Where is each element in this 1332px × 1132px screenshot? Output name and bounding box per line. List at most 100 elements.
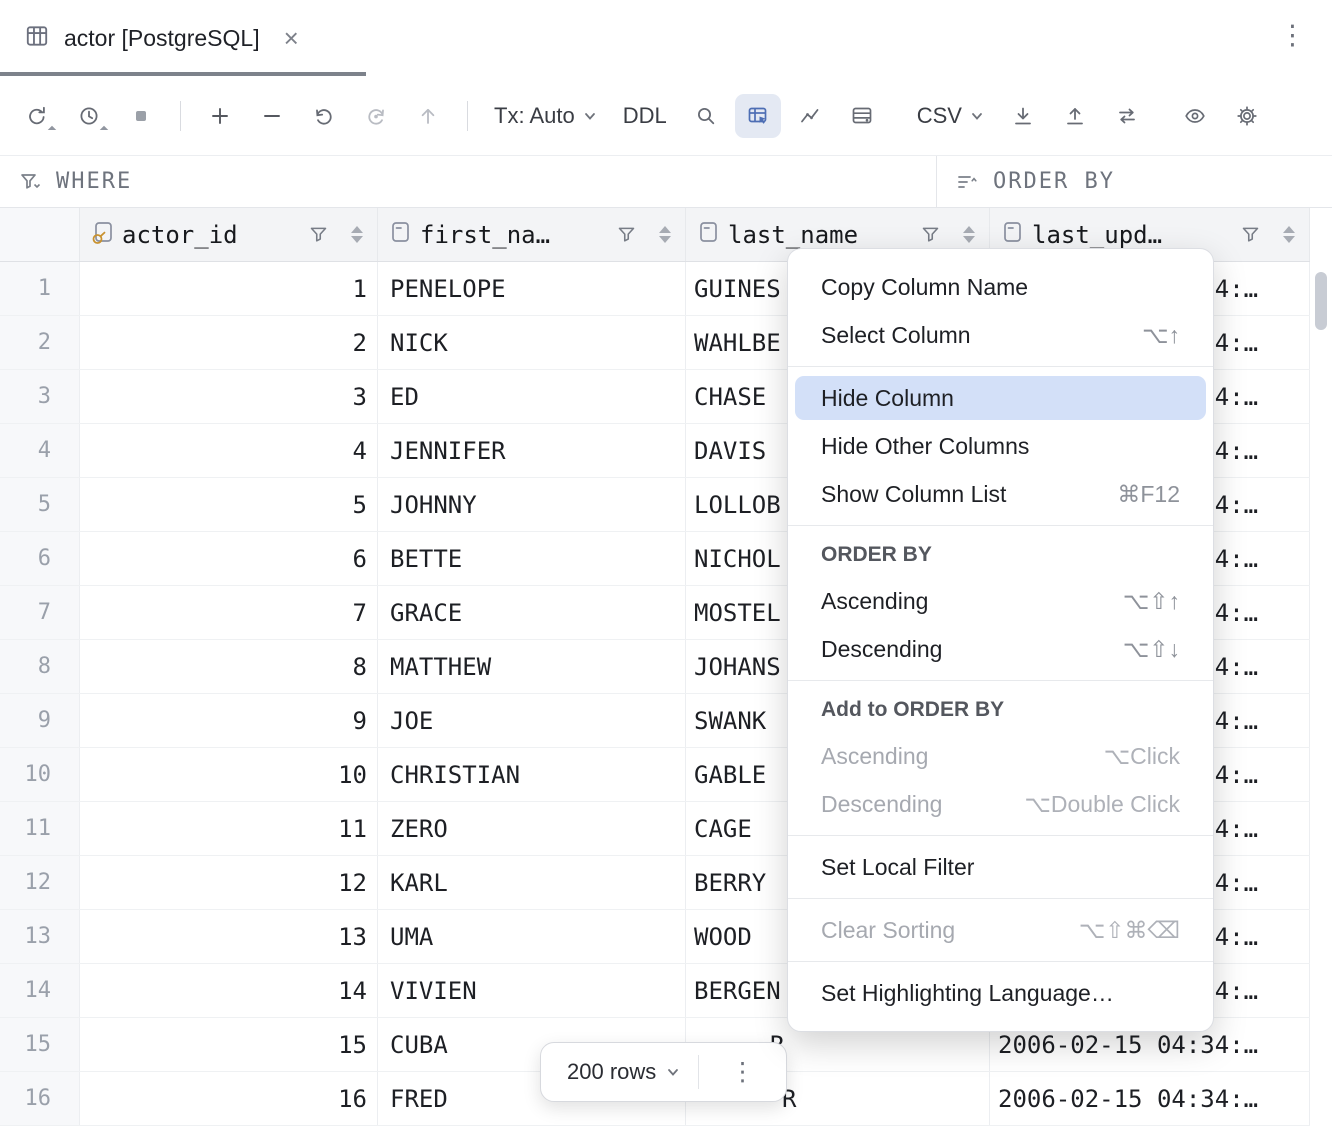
chart-button[interactable] xyxy=(787,94,833,138)
refresh-button[interactable] xyxy=(14,94,60,138)
tab-close-icon[interactable]: × xyxy=(284,25,299,51)
row-number-cell[interactable]: 14 xyxy=(0,964,80,1017)
cell-first-name[interactable]: KARL xyxy=(378,856,686,909)
cell-first-name[interactable]: MATTHEW xyxy=(378,640,686,693)
cell-actor-id[interactable]: 14 xyxy=(80,964,378,1017)
submit-button[interactable] xyxy=(405,94,451,138)
export-format-dropdown[interactable]: CSV xyxy=(907,94,994,138)
cell-last-updated[interactable]: 2006-02-15 04:34:… xyxy=(990,1072,1310,1125)
cell-first-name[interactable]: UMA xyxy=(378,910,686,963)
menu-item-clear-sorting: Clear Sorting⌥⇧⌘⌫ xyxy=(788,906,1213,954)
cell-actor-id[interactable]: 9 xyxy=(80,694,378,747)
row-number-cell[interactable]: 2 xyxy=(0,316,80,369)
pagination-options-kebab-icon[interactable]: ⋮ xyxy=(699,1043,786,1101)
row-number-cell[interactable]: 8 xyxy=(0,640,80,693)
cell-actor-id[interactable]: 1 xyxy=(80,262,378,315)
export-data-button[interactable] xyxy=(1000,94,1046,138)
menu-item-ascending[interactable]: Ascending⌥⇧↑ xyxy=(788,577,1213,625)
row-number-cell[interactable]: 3 xyxy=(0,370,80,423)
cell-actor-id[interactable]: 5 xyxy=(80,478,378,531)
cell-first-name[interactable]: BETTE xyxy=(378,532,686,585)
cell-first-name[interactable]: ED xyxy=(378,370,686,423)
column-sort-toggle[interactable] xyxy=(351,226,363,243)
preview-button[interactable] xyxy=(1172,94,1218,138)
row-number-cell[interactable]: 7 xyxy=(0,586,80,639)
table-view-toggle[interactable] xyxy=(735,94,781,138)
menu-item-set-highlighting-language[interactable]: Set Highlighting Language… xyxy=(788,969,1213,1017)
cell-actor-id[interactable]: 6 xyxy=(80,532,378,585)
menu-item-hide-column[interactable]: Hide Column xyxy=(788,374,1213,422)
cell-first-name[interactable]: GRACE xyxy=(378,586,686,639)
menu-item-hide-other-columns[interactable]: Hide Other Columns xyxy=(788,422,1213,470)
row-number-cell[interactable]: 9 xyxy=(0,694,80,747)
row-number-cell[interactable]: 1 xyxy=(0,262,80,315)
transpose-button[interactable] xyxy=(839,94,885,138)
redo-button[interactable] xyxy=(353,94,399,138)
find-button[interactable] xyxy=(683,94,729,138)
row-number-cell[interactable]: 10 xyxy=(0,748,80,801)
row-number-cell[interactable]: 4 xyxy=(0,424,80,477)
cell-first-name[interactable]: JENNIFER xyxy=(378,424,686,477)
cell-first-name[interactable]: VIVIEN xyxy=(378,964,686,1017)
column-header-first-name[interactable]: first_na… xyxy=(378,208,686,261)
tx-mode-dropdown[interactable]: Tx: Auto xyxy=(484,94,607,138)
cell-actor-id[interactable]: 16 xyxy=(80,1072,378,1125)
cell-actor-id[interactable]: 13 xyxy=(80,910,378,963)
auto-refresh-button[interactable] xyxy=(66,94,112,138)
settings-button[interactable] xyxy=(1224,94,1270,138)
column-filter-icon[interactable] xyxy=(308,224,329,245)
menu-item-show-column-list[interactable]: Show Column List⌘F12 xyxy=(788,470,1213,518)
cell-first-name[interactable]: NICK xyxy=(378,316,686,369)
where-filter-field[interactable]: WHERE xyxy=(0,156,937,207)
cell-actor-id[interactable]: 3 xyxy=(80,370,378,423)
cell-first-name[interactable]: PENELOPE xyxy=(378,262,686,315)
cell-first-name[interactable]: ZERO xyxy=(378,802,686,855)
column-filter-icon[interactable] xyxy=(920,224,941,245)
stop-button[interactable] xyxy=(118,94,164,138)
column-type-icon xyxy=(388,220,412,250)
column-header-label: first_na… xyxy=(420,221,550,249)
menu-item-set-local-filter[interactable]: Set Local Filter xyxy=(788,843,1213,891)
row-number-cell[interactable]: 11 xyxy=(0,802,80,855)
tab-actor-postgresql[interactable]: actor [PostgreSQL] × xyxy=(24,0,309,76)
menu-item-select-column[interactable]: Select Column⌥↑ xyxy=(788,311,1213,359)
order-by-field[interactable]: ORDER BY xyxy=(937,156,1332,207)
page-size-dropdown[interactable]: 200 rows xyxy=(541,1043,698,1101)
cell-actor-id[interactable]: 8 xyxy=(80,640,378,693)
revert-button[interactable] xyxy=(301,94,347,138)
ddl-button[interactable]: DDL xyxy=(613,94,677,138)
cell-actor-id[interactable]: 12 xyxy=(80,856,378,909)
delete-row-button[interactable] xyxy=(249,94,295,138)
vertical-scrollbar-thumb[interactable] xyxy=(1315,272,1327,330)
compare-button[interactable] xyxy=(1104,94,1150,138)
cell-actor-id[interactable]: 4 xyxy=(80,424,378,477)
cell-actor-id[interactable]: 7 xyxy=(80,586,378,639)
column-sort-toggle[interactable] xyxy=(659,226,671,243)
cell-actor-id[interactable]: 10 xyxy=(80,748,378,801)
add-row-button[interactable] xyxy=(197,94,243,138)
cell-first-name[interactable]: CHRISTIAN xyxy=(378,748,686,801)
column-filter-icon[interactable] xyxy=(1240,224,1261,245)
row-number-cell[interactable]: 12 xyxy=(0,856,80,909)
import-data-button[interactable] xyxy=(1052,94,1098,138)
row-number-cell[interactable]: 13 xyxy=(0,910,80,963)
cell-first-name[interactable]: JOE xyxy=(378,694,686,747)
column-header-actor-id[interactable]: actor_id xyxy=(80,208,378,261)
row-number-cell[interactable]: 15 xyxy=(0,1018,80,1071)
row-number-cell[interactable]: 5 xyxy=(0,478,80,531)
editor-options-kebab-icon[interactable]: ⋮ xyxy=(1279,22,1306,49)
column-filter-icon[interactable] xyxy=(616,224,637,245)
cell-first-name[interactable]: JOHNNY xyxy=(378,478,686,531)
cell-actor-id[interactable]: 15 xyxy=(80,1018,378,1071)
search-icon xyxy=(694,104,718,128)
vertical-scrollbar[interactable] xyxy=(1310,208,1332,1132)
cell-actor-id[interactable]: 11 xyxy=(80,802,378,855)
menu-item-descending[interactable]: Descending⌥⇧↓ xyxy=(788,625,1213,673)
cell-actor-id[interactable]: 2 xyxy=(80,316,378,369)
row-number-cell[interactable]: 16 xyxy=(0,1072,80,1125)
column-sort-toggle[interactable] xyxy=(963,226,975,243)
row-number-cell[interactable]: 6 xyxy=(0,532,80,585)
editor-tab-bar: actor [PostgreSQL] × ⋮ xyxy=(0,0,1332,76)
menu-item-copy-column-name[interactable]: Copy Column Name xyxy=(788,263,1213,311)
column-sort-toggle[interactable] xyxy=(1283,226,1295,243)
